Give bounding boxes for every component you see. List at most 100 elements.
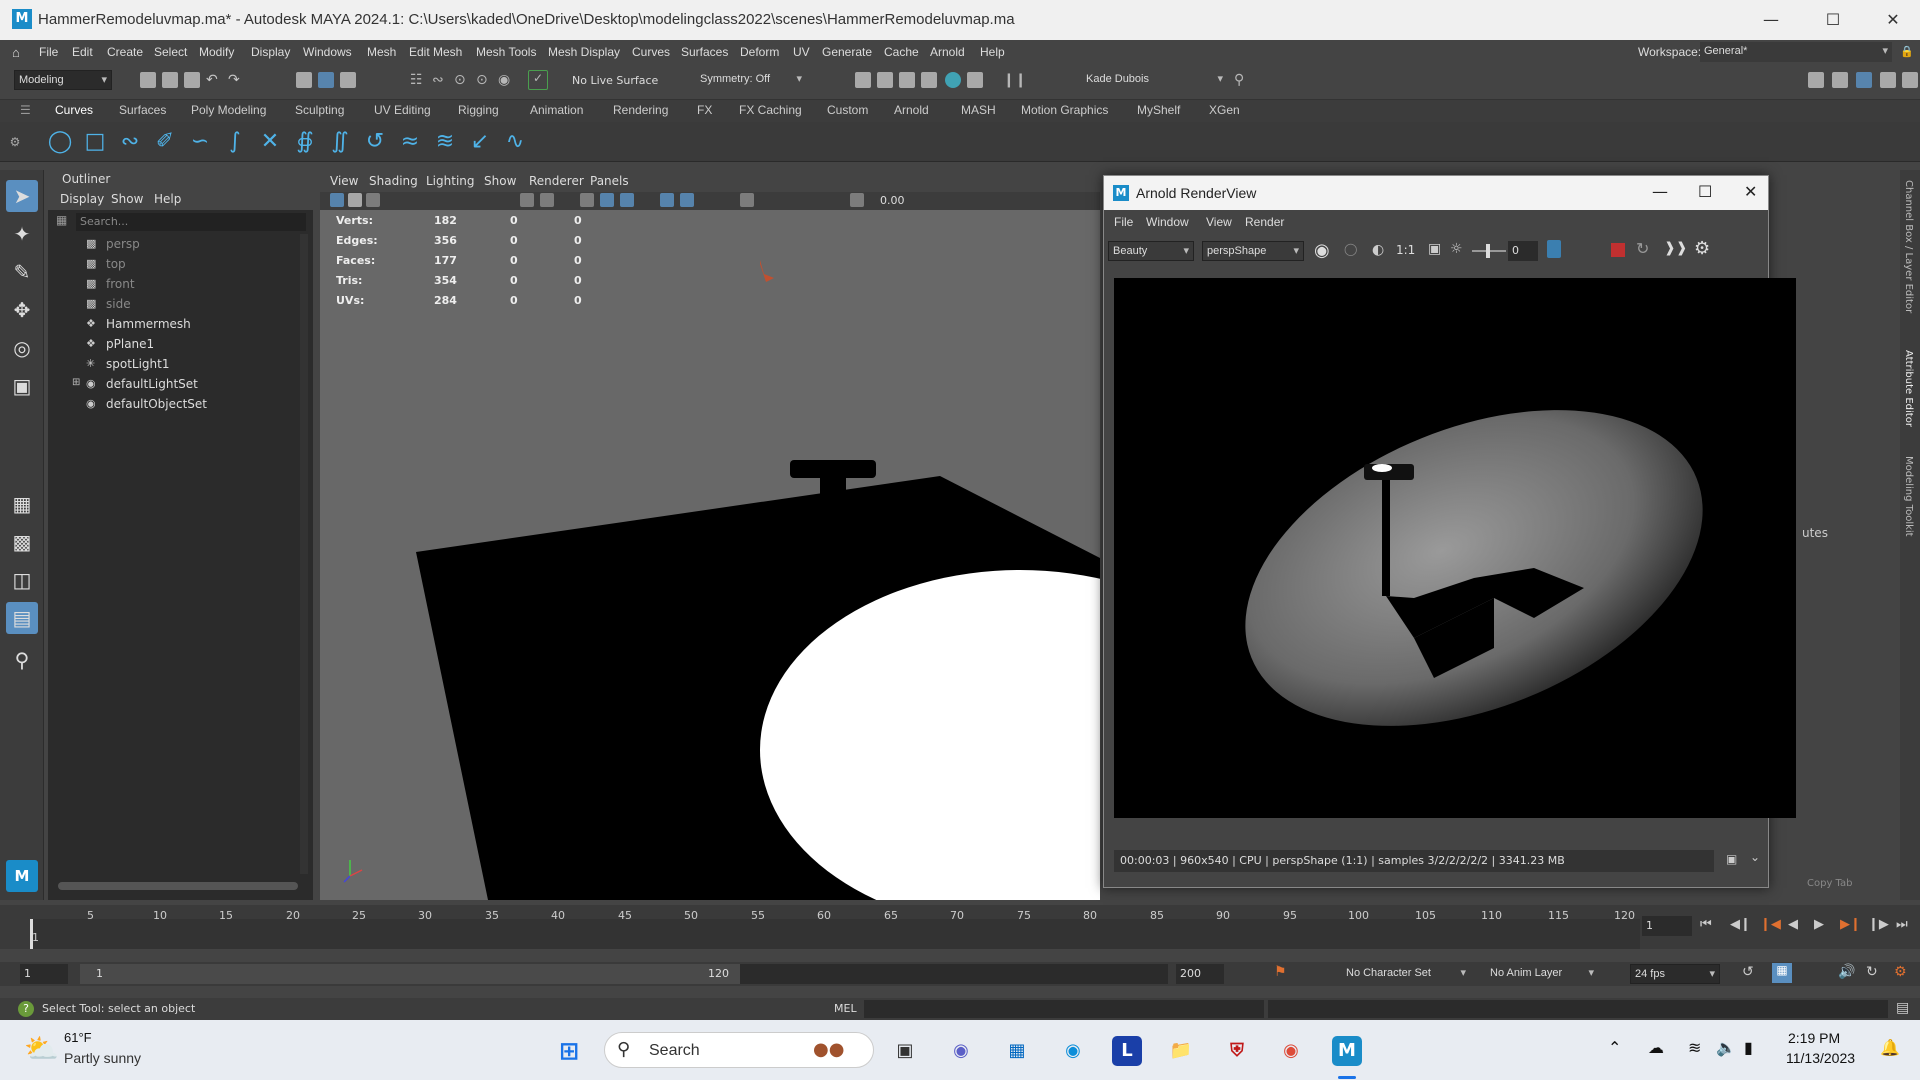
shelf-tab-rigging[interactable]: Rigging xyxy=(458,103,499,117)
menu-curves[interactable]: Curves xyxy=(632,45,670,59)
shelf-options-icon[interactable]: ⚙ xyxy=(2,129,28,155)
menu-edit-mesh[interactable]: Edit Mesh xyxy=(409,45,462,59)
render-settings-icon[interactable] xyxy=(921,72,937,88)
bookmark-icon[interactable] xyxy=(366,193,380,207)
exposure-slider-handle[interactable] xyxy=(1486,244,1490,258)
exposure-icon[interactable]: ☼ xyxy=(1450,241,1463,257)
attribute-editor-tab[interactable]: Attribute Editor xyxy=(1903,350,1914,427)
ipr-render-icon[interactable] xyxy=(899,72,915,88)
anim-preferences-icon[interactable]: ⚙ xyxy=(1894,964,1907,980)
maya-home-logo[interactable]: M xyxy=(6,860,38,892)
tool-settings-icon[interactable] xyxy=(1880,72,1896,88)
animation-end-input[interactable]: 200 xyxy=(1176,964,1224,984)
outliner-layout-icon[interactable]: ▤ xyxy=(6,602,38,634)
animation-start-input[interactable]: 1 xyxy=(20,964,68,984)
select-tool-icon[interactable]: ➤ xyxy=(6,180,38,212)
taskbar-search[interactable]: ⚲ Search ●● xyxy=(604,1032,874,1068)
menu-mesh-tools[interactable]: Mesh Tools xyxy=(476,45,536,59)
menu-edit[interactable]: Edit xyxy=(72,45,93,59)
shelf-tab-sculpting[interactable]: Sculpting xyxy=(295,103,344,117)
step-back-icon[interactable]: ◀❙ xyxy=(1730,917,1751,932)
viewport-menu-shading[interactable]: Shading xyxy=(369,174,418,188)
play-backwards-icon[interactable]: ◀ xyxy=(1788,917,1798,932)
arnold-render-icon[interactable] xyxy=(967,72,983,88)
file-explorer-icon[interactable]: 📁 xyxy=(1166,1036,1196,1066)
rebuild-curve-icon[interactable]: ≋ xyxy=(432,129,458,155)
select-camera-icon[interactable] xyxy=(330,193,344,207)
refresh-render-icon[interactable]: ↻ xyxy=(1636,239,1649,258)
menu-display[interactable]: Display xyxy=(251,45,290,59)
edge-icon[interactable]: ◉ xyxy=(1058,1036,1088,1066)
search-tool-icon[interactable]: ⚲ xyxy=(6,644,38,676)
grid-icon[interactable] xyxy=(520,193,534,207)
current-frame-input[interactable]: 1 xyxy=(1642,916,1692,936)
select-hierarchy-icon[interactable] xyxy=(296,72,312,88)
time-slider[interactable]: 1 5 10 15 20 25 30 35 40 45 50 55 60 65 … xyxy=(0,905,1920,949)
modeling-toolkit-tab[interactable]: Modeling Toolkit xyxy=(1903,456,1914,537)
time-slider-track[interactable] xyxy=(30,919,1640,949)
go-to-start-icon[interactable]: ⏮ xyxy=(1700,917,1712,932)
play-forwards-icon[interactable]: ▶ xyxy=(1814,917,1824,932)
microsoft-store-icon[interactable]: ▦ xyxy=(1002,1036,1032,1066)
shadows-icon[interactable] xyxy=(680,193,694,207)
render-region-icon[interactable]: ◉ xyxy=(1314,240,1330,261)
outliner-search-input[interactable]: Search... xyxy=(76,213,306,231)
character-set-select[interactable]: No Character Set xyxy=(1342,964,1470,984)
offset-curve-icon[interactable]: ≈ xyxy=(397,129,423,155)
lock-icon[interactable]: 🔒 xyxy=(1900,45,1914,58)
volume-icon[interactable]: 🔈 xyxy=(1716,1038,1736,1057)
script-editor-icon[interactable]: ▤ xyxy=(1896,1000,1909,1016)
close-icon[interactable]: ✕ xyxy=(1744,182,1757,201)
rotate-tool-icon[interactable]: ◎ xyxy=(6,332,38,364)
shelf-tab-fx-caching[interactable]: FX Caching xyxy=(739,103,802,117)
outliner-menu-display[interactable]: Display xyxy=(60,192,104,206)
pencil-curve-icon[interactable]: ∫ xyxy=(222,129,248,155)
ep-curve-icon[interactable]: ✐ xyxy=(152,129,178,155)
home-icon[interactable]: ⌂ xyxy=(12,45,20,60)
redo-icon[interactable]: ↷ xyxy=(228,72,244,88)
outliner-item-spotlight1[interactable]: ✳ spotLight1 xyxy=(48,354,298,374)
shelf-tab-arnold[interactable]: Arnold xyxy=(894,103,929,117)
outliner-scrollbar[interactable] xyxy=(300,234,308,874)
viewport-menu-show[interactable]: Show xyxy=(484,174,516,188)
menu-mesh-display[interactable]: Mesh Display xyxy=(548,45,620,59)
snapshot-icon[interactable]: ▣ xyxy=(1726,852,1737,866)
isolate-select-icon[interactable] xyxy=(850,193,864,207)
smooth-shade-icon[interactable] xyxy=(600,193,614,207)
paint-select-icon[interactable]: ✎ xyxy=(6,256,38,288)
wireframe-icon[interactable] xyxy=(580,193,594,207)
menu-modify[interactable]: Modify xyxy=(199,45,234,59)
sound-icon[interactable]: 🔊 xyxy=(1838,964,1855,980)
step-forward-icon[interactable]: ❙▶ xyxy=(1868,917,1889,932)
shelf-tab-surfaces[interactable]: Surfaces xyxy=(119,103,166,117)
ipr-icon[interactable]: ❱❱ xyxy=(1664,240,1687,256)
expand-panel-icon[interactable]: ⌄ xyxy=(1750,850,1760,864)
fps-select[interactable]: 24 fps xyxy=(1630,964,1720,984)
arnold-menu-render[interactable]: Render xyxy=(1245,215,1284,229)
shelf-tab-myshelf[interactable]: MyShelf xyxy=(1137,103,1180,117)
chevron-up-icon[interactable]: ⌃ xyxy=(1608,1038,1621,1057)
outliner-horizontal-scrollbar[interactable] xyxy=(58,882,298,890)
cloud-icon[interactable]: ☁ xyxy=(1648,1038,1664,1057)
shelf-tab-animation[interactable]: Animation xyxy=(530,103,583,117)
modeling-toolkit-icon[interactable] xyxy=(1808,72,1824,88)
command-input[interactable] xyxy=(864,1000,1264,1018)
teams-icon[interactable]: ◉ xyxy=(946,1036,976,1066)
range-bar[interactable]: 1 120 xyxy=(80,964,740,984)
notification-bell-icon[interactable]: 🔔 xyxy=(1880,1038,1900,1057)
insert-knot-icon[interactable]: ∿ xyxy=(502,129,528,155)
outliner-item-top[interactable]: ▩ top xyxy=(48,254,298,274)
weather-icon[interactable]: ⛅ xyxy=(24,1032,59,1065)
battery-icon[interactable]: ▮ xyxy=(1744,1038,1753,1057)
attribute-editor-icon[interactable] xyxy=(1832,72,1848,88)
shelf-tab-mash[interactable]: MASH xyxy=(961,103,996,117)
snap-curve-icon[interactable]: ∾ xyxy=(432,72,448,88)
channel-box-icon[interactable] xyxy=(1856,72,1872,88)
menu-create[interactable]: Create xyxy=(107,45,143,59)
viewport-menu-renderer[interactable]: Renderer xyxy=(529,174,584,188)
outliner-item-defaultlightset[interactable]: ⊞ ◉ defaultLightSet xyxy=(48,374,298,394)
outliner-item-side[interactable]: ▩ side xyxy=(48,294,298,314)
reverse-curve-icon[interactable]: ↙ xyxy=(467,129,493,155)
viewport-menu-lighting[interactable]: Lighting xyxy=(426,174,475,188)
mcafee-icon[interactable]: ⛨ xyxy=(1222,1036,1252,1066)
